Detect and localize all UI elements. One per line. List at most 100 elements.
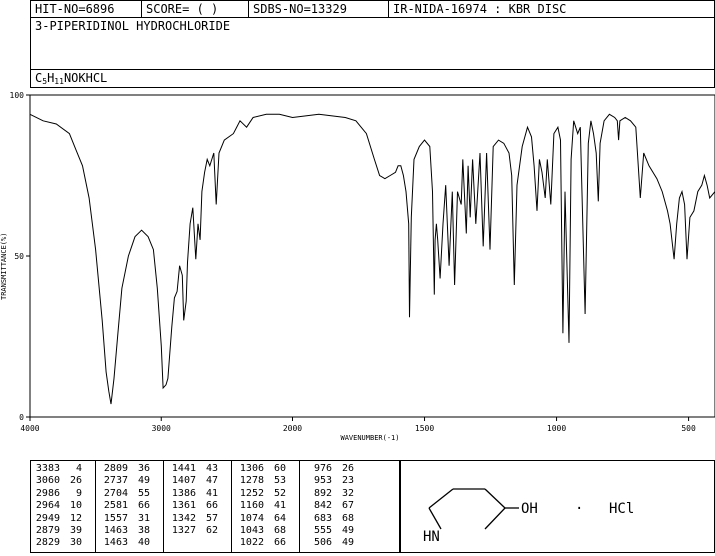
peak-transmittance: 30 — [69, 537, 82, 549]
ir-spectrum-chart: 100500 4000 3000 2000 1500 1000 500 TRANSMITT… — [0, 91, 715, 442]
peak-transmittance: 38 — [137, 525, 150, 537]
peak-row: 1043 68 — [235, 525, 286, 537]
peak-transmittance: 43 — [205, 463, 218, 474]
peak-row: 1342 57 — [167, 513, 218, 525]
peak-transmittance: 55 — [137, 487, 150, 499]
peak-transmittance: 39 — [69, 525, 82, 537]
peak-wavenumber: 3060 — [35, 475, 60, 487]
peak-wavenumber: 1306 — [239, 463, 264, 474]
x-tick-label: 2000 — [283, 424, 302, 433]
peak-transmittance: 26 — [69, 475, 82, 487]
x-tick-label: 500 — [681, 424, 696, 433]
peak-row: 1160 41 — [235, 500, 286, 512]
peak-row: 1557 31 — [99, 513, 150, 525]
peak-transmittance: 49 — [341, 525, 354, 537]
peak-transmittance: 62 — [205, 525, 218, 537]
hcl-label: HCl — [609, 501, 634, 517]
peak-row: 2737 49 — [99, 475, 150, 487]
peak-wavenumber: 1278 — [239, 475, 264, 487]
peak-transmittance: 67 — [341, 500, 354, 512]
peak-row: 1463 40 — [99, 537, 150, 549]
peak-transmittance: 23 — [341, 475, 354, 487]
peak-row: 2829 30 — [31, 537, 82, 549]
peak-wavenumber: 976 — [313, 463, 332, 474]
peak-transmittance: 32 — [341, 487, 354, 499]
peak-row: 1278 53 — [235, 475, 286, 487]
y-tick-label: 100 — [10, 91, 25, 100]
peak-wavenumber: 1361 — [171, 500, 196, 512]
peak-wavenumber: 2879 — [35, 525, 60, 537]
peak-row: 976 26 — [303, 463, 354, 475]
peak-transmittance: 49 — [341, 537, 354, 549]
peak-transmittance: 36 — [137, 463, 150, 474]
peak-wavenumber: 892 — [313, 487, 332, 499]
peak-wavenumber: 1342 — [171, 512, 196, 524]
peak-row: 3060 26 — [31, 475, 82, 487]
peak-wavenumber: 506 — [313, 537, 332, 549]
x-tick-label: 1000 — [547, 424, 566, 433]
peak-wavenumber: 2704 — [103, 487, 128, 499]
peak-column: 1306 60 1278 53 1252 52 1160 41 1074 64 1043 68 1022… — [235, 463, 286, 550]
bond-3 — [484, 488, 506, 509]
peak-transmittance: 41 — [273, 500, 286, 512]
peak-row: 3383 4 — [31, 463, 82, 475]
piperidinol-structure: HN OH · HCl — [423, 488, 634, 545]
peak-wavenumber: 2809 — [103, 463, 128, 474]
peak-transmittance: 53 — [273, 475, 286, 487]
peak-row: 506 49 — [303, 537, 354, 549]
peak-row: 892 32 — [303, 488, 354, 500]
peak-transmittance: 57 — [205, 512, 218, 524]
peak-wavenumber: 953 — [313, 475, 332, 487]
peak-row: 1361 66 — [167, 500, 218, 512]
peak-transmittance: 12 — [69, 512, 82, 524]
peak-row: 2879 39 — [31, 525, 82, 537]
peak-column: 1441 43 1407 47 1386 41 1361 66 1342 57 1327 62 — [167, 463, 218, 537]
peak-transmittance: 40 — [137, 537, 150, 549]
peak-wavenumber: 555 — [313, 525, 332, 537]
peak-column-divider — [231, 461, 232, 552]
peak-transmittance: 68 — [273, 525, 286, 537]
peak-wavenumber: 842 — [313, 500, 332, 512]
spectrum-line — [29, 113, 715, 405]
bond-1 — [428, 488, 454, 509]
peak-wavenumber: 1043 — [239, 525, 264, 537]
peak-transmittance: 60 — [273, 463, 286, 474]
plot-frame — [29, 94, 715, 418]
peak-transmittance: 66 — [205, 500, 218, 512]
peak-wavenumber: 1160 — [239, 500, 264, 512]
peak-row: 555 49 — [303, 525, 354, 537]
peak-wavenumber: 1557 — [103, 512, 128, 524]
peak-row: 2809 36 — [99, 463, 150, 475]
peak-transmittance: 26 — [341, 463, 354, 474]
x-tick-label: 4000 — [20, 424, 39, 433]
y-axis-label: TRANSMITTANCE(%) — [0, 233, 8, 300]
bond-4 — [484, 507, 506, 530]
peak-row: 2964 10 — [31, 500, 82, 512]
peak-wavenumber: 1327 — [171, 525, 196, 537]
peak-transmittance: 49 — [137, 475, 150, 487]
y-tick-label: 0 — [19, 413, 24, 422]
salt-dot: · — [575, 501, 583, 517]
peak-table: 3383 4 3060 26 2986 9 2964 10 2949 12 2879 39 2829 30… — [30, 460, 400, 553]
peak-transmittance: 31 — [137, 512, 150, 524]
peak-wavenumber: 1407 — [171, 475, 196, 487]
peak-row: 953 23 — [303, 475, 354, 487]
peak-row: 1386 41 — [167, 488, 218, 500]
peak-column-divider — [163, 461, 164, 552]
x-tick-label: 3000 — [152, 424, 171, 433]
peak-wavenumber: 1441 — [171, 463, 196, 474]
nh-label: HN — [423, 529, 440, 545]
oh-label: OH — [521, 501, 538, 517]
peak-wavenumber: 1022 — [239, 537, 264, 549]
peak-transmittance: 47 — [205, 475, 218, 487]
peak-row: 842 67 — [303, 500, 354, 512]
structure-box: HN OH · HCl — [400, 460, 715, 553]
peak-wavenumber: 2829 — [35, 537, 60, 549]
y-tick-label: 50 — [14, 252, 24, 261]
peak-wavenumber: 683 — [313, 512, 332, 524]
peak-wavenumber: 2949 — [35, 512, 60, 524]
peak-transmittance: 66 — [137, 500, 150, 512]
peak-transmittance: 68 — [341, 512, 354, 524]
peak-row: 2704 55 — [99, 488, 150, 500]
peak-row: 683 68 — [303, 513, 354, 525]
